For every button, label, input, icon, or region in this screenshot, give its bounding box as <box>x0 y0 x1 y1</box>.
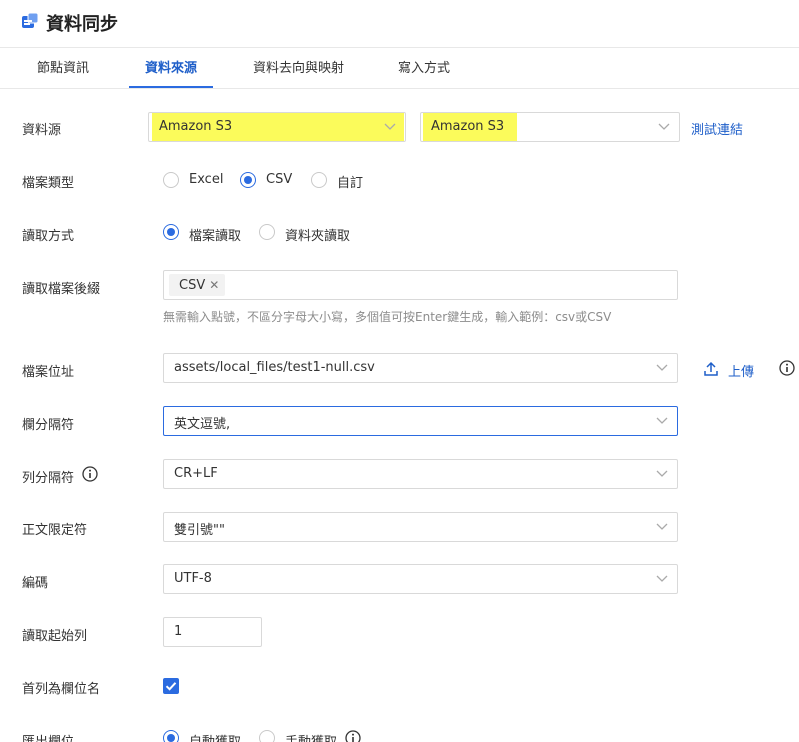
file-suffix-tag-input[interactable]: CSV ✕ <box>163 270 678 300</box>
text-qualifier-select[interactable]: 雙引號"" <box>163 512 678 542</box>
start-row-input[interactable]: 1 <box>163 617 262 647</box>
file-type-custom-radio[interactable] <box>311 172 327 188</box>
file-type-excel-label[interactable]: Excel <box>189 172 223 187</box>
info-icon[interactable] <box>82 466 98 482</box>
tab-data-source[interactable]: 資料來源 <box>145 49 197 89</box>
field-separator-value: 英文逗號, <box>174 417 231 432</box>
sync-app-icon <box>22 12 39 28</box>
file-suffix-label: 讀取檔案後綴 <box>22 282 101 297</box>
chevron-down-icon <box>656 575 668 582</box>
read-mode-file-label[interactable]: 檔案讀取 <box>189 225 241 244</box>
datasource-type-select[interactable]: Amazon S3 <box>148 112 406 142</box>
info-icon[interactable] <box>779 360 795 376</box>
header-row-checkbox[interactable] <box>163 678 179 694</box>
encoding-value: UTF-8 <box>174 571 212 586</box>
suffix-tag: CSV ✕ <box>169 274 226 296</box>
output-fields-auto-label[interactable]: 自動獲取 <box>189 731 241 742</box>
page-header: 資料同步 <box>0 0 799 48</box>
file-path-select[interactable]: assets/local_files/test1-null.csv <box>163 353 678 383</box>
tab-destination-mapping[interactable]: 資料去向與映射 <box>253 49 344 89</box>
file-type-csv-radio[interactable] <box>240 172 256 188</box>
info-icon[interactable] <box>345 730 361 742</box>
datasource-label: 資料源 <box>22 123 62 138</box>
active-tab-indicator <box>129 86 213 88</box>
output-fields-label: 匯出欄位 <box>22 731 74 742</box>
output-fields-manual-label[interactable]: 手動獲取 <box>285 731 337 742</box>
datasource-type-value: Amazon S3 <box>159 119 233 134</box>
test-connection-link[interactable]: 測試連結 <box>691 119 743 138</box>
start-row-value: 1 <box>174 624 183 639</box>
chevron-down-icon <box>656 523 668 530</box>
file-path-value: assets/local_files/test1-null.csv <box>174 360 375 375</box>
start-row-label: 讀取起始列 <box>22 629 88 644</box>
read-mode-label: 讀取方式 <box>22 229 75 244</box>
datasource-instance-value: Amazon S3 <box>431 119 505 134</box>
field-separator-label: 欄分隔符 <box>22 418 75 433</box>
datasource-instance-select[interactable]: Amazon S3 <box>420 112 680 142</box>
tab-node-info[interactable]: 節點資訊 <box>37 49 89 89</box>
chevron-down-icon <box>658 123 670 130</box>
output-fields-manual-radio[interactable] <box>259 730 275 742</box>
encoding-label: 編碼 <box>22 576 49 591</box>
tab-write-mode[interactable]: 寫入方式 <box>398 49 450 89</box>
tag-close-icon[interactable]: ✕ <box>209 274 219 296</box>
check-icon <box>165 682 177 691</box>
chevron-down-icon <box>656 470 668 477</box>
file-type-excel-radio[interactable] <box>163 172 179 188</box>
header-row-label: 首列為欄位名 <box>22 682 101 697</box>
row-separator-value: CR+LF <box>174 466 218 481</box>
chevron-down-icon <box>656 417 668 424</box>
file-path-label: 檔案位址 <box>22 365 75 380</box>
read-mode-file-radio[interactable] <box>163 224 179 240</box>
chevron-down-icon <box>656 364 668 371</box>
suffix-tag-text: CSV <box>179 278 206 293</box>
chevron-down-icon <box>384 123 396 130</box>
tab-bar: 節點資訊 資料來源 資料去向與映射 寫入方式 <box>0 49 799 89</box>
read-mode-folder-radio[interactable] <box>259 224 275 240</box>
encoding-select[interactable]: UTF-8 <box>163 564 678 594</box>
upload-button[interactable]: 上傳 <box>728 361 754 380</box>
row-separator-label: 列分隔符 <box>22 471 75 486</box>
output-fields-auto-radio[interactable] <box>163 730 179 742</box>
text-qualifier-label: 正文限定符 <box>22 523 88 538</box>
text-qualifier-value: 雙引號"" <box>174 523 225 538</box>
page-title: 資料同步 <box>46 14 118 35</box>
upload-icon[interactable] <box>703 361 719 377</box>
read-mode-folder-label[interactable]: 資料夾讀取 <box>285 225 350 244</box>
file-type-csv-label[interactable]: CSV <box>266 172 292 187</box>
row-separator-select[interactable]: CR+LF <box>163 459 678 489</box>
file-type-label: 檔案類型 <box>22 176 75 191</box>
file-type-custom-label[interactable]: 自訂 <box>337 172 363 191</box>
file-suffix-hint: 無需輸入點號，不區分字母大小寫，多個值可按Enter鍵生成，輸入範例：csv或C… <box>163 310 612 324</box>
field-separator-select[interactable]: 英文逗號, <box>163 406 678 436</box>
